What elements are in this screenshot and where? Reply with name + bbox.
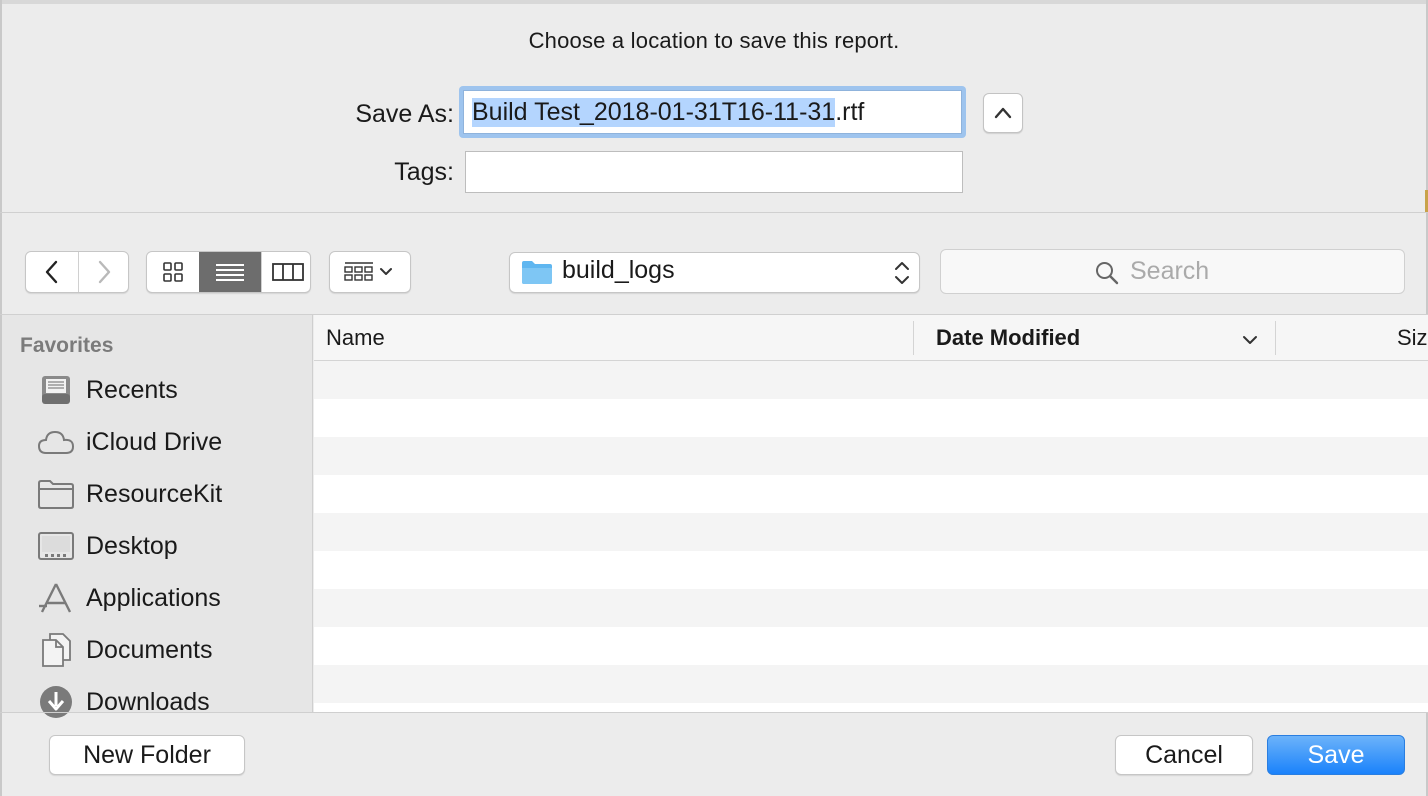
forward-button[interactable]	[78, 252, 129, 292]
sidebar-item-applications[interactable]: Applications	[36, 576, 306, 620]
sidebar-item-label: ResourceKit	[86, 479, 223, 508]
dialog-top-border	[0, 0, 1428, 4]
folder-icon	[36, 474, 76, 514]
column-header-date-modified[interactable]: Date Modified	[936, 325, 1080, 351]
back-forward-control	[25, 251, 129, 293]
sidebar-item-resourcekit[interactable]: ResourceKit	[36, 472, 306, 516]
folder-icon	[522, 261, 552, 284]
sidebar-item-label: Documents	[86, 635, 213, 664]
save-as-extension: .rtf	[835, 97, 865, 126]
cancel-button[interactable]: Cancel	[1115, 735, 1253, 775]
sidebar-item-icloud-drive[interactable]: iCloud Drive	[36, 420, 306, 464]
up-down-chevron-icon	[895, 262, 909, 284]
chevron-up-icon	[994, 107, 1012, 119]
column-header-bar	[314, 315, 1428, 361]
sidebar-item-label: iCloud Drive	[86, 427, 223, 456]
applications-icon	[36, 578, 76, 618]
sidebar-item-label: Applications	[86, 583, 221, 612]
new-folder-button[interactable]: New Folder	[49, 735, 245, 775]
sidebar-border	[312, 315, 313, 713]
sidebar-item-label: Desktop	[86, 531, 178, 560]
table-row	[314, 361, 1428, 399]
save-button[interactable]: Save	[1267, 735, 1405, 775]
column-header-size[interactable]: Siz	[1397, 325, 1428, 351]
table-row	[314, 437, 1428, 475]
desktop-icon	[36, 526, 76, 566]
documents-icon	[36, 630, 76, 670]
list-view-button[interactable]	[199, 252, 261, 292]
back-button[interactable]	[26, 252, 79, 292]
sort-descending-icon[interactable]	[1240, 331, 1260, 349]
save-as-input[interactable]: Build Test_2018-01-31T16-11-31 .rtf	[463, 90, 962, 134]
header-divider	[0, 212, 1428, 213]
columns-icon	[271, 263, 304, 281]
tags-label: Tags:	[394, 158, 454, 186]
column-divider[interactable]	[913, 321, 914, 355]
recents-icon	[36, 370, 76, 410]
cloud-icon	[36, 422, 76, 462]
table-row	[314, 665, 1428, 703]
expand-dialog-button[interactable]	[983, 93, 1023, 133]
favorites-heading: Favorites	[20, 334, 114, 357]
column-view-button[interactable]	[261, 252, 310, 292]
chevron-left-icon	[45, 260, 58, 284]
sidebar-item-desktop[interactable]: Desktop	[36, 524, 306, 568]
chevron-right-icon	[98, 260, 110, 284]
search-placeholder: Search	[1130, 257, 1210, 285]
group-by-button[interactable]	[329, 251, 411, 293]
sidebar-item-downloads[interactable]: Downloads	[36, 680, 306, 724]
view-mode-control	[146, 251, 311, 293]
search-icon	[1096, 262, 1119, 285]
dialog-prompt: Choose a location to save this report.	[528, 28, 900, 53]
save-as-label: Save As:	[355, 100, 454, 128]
sidebar-item-recents[interactable]: Recents	[36, 368, 306, 412]
footer-divider	[0, 712, 1428, 713]
list-icon	[216, 264, 244, 281]
grid-icon	[163, 262, 183, 282]
column-divider[interactable]	[1275, 321, 1276, 355]
column-header-name[interactable]: Name	[326, 325, 385, 351]
table-row	[314, 589, 1428, 627]
downloads-icon	[36, 682, 76, 722]
sidebar-item-documents[interactable]: Documents	[36, 628, 306, 672]
tags-input[interactable]	[465, 151, 963, 193]
sidebar-item-label: Recents	[86, 375, 178, 404]
save-as-field[interactable]: Build Test_2018-01-31T16-11-31 .rtf	[459, 86, 966, 138]
location-label: build_logs	[562, 256, 675, 284]
icon-view-button[interactable]	[147, 252, 200, 292]
save-as-selected-text: Build Test_2018-01-31T16-11-31	[472, 97, 836, 127]
table-row	[314, 513, 1428, 551]
group-by-icon	[344, 262, 392, 281]
